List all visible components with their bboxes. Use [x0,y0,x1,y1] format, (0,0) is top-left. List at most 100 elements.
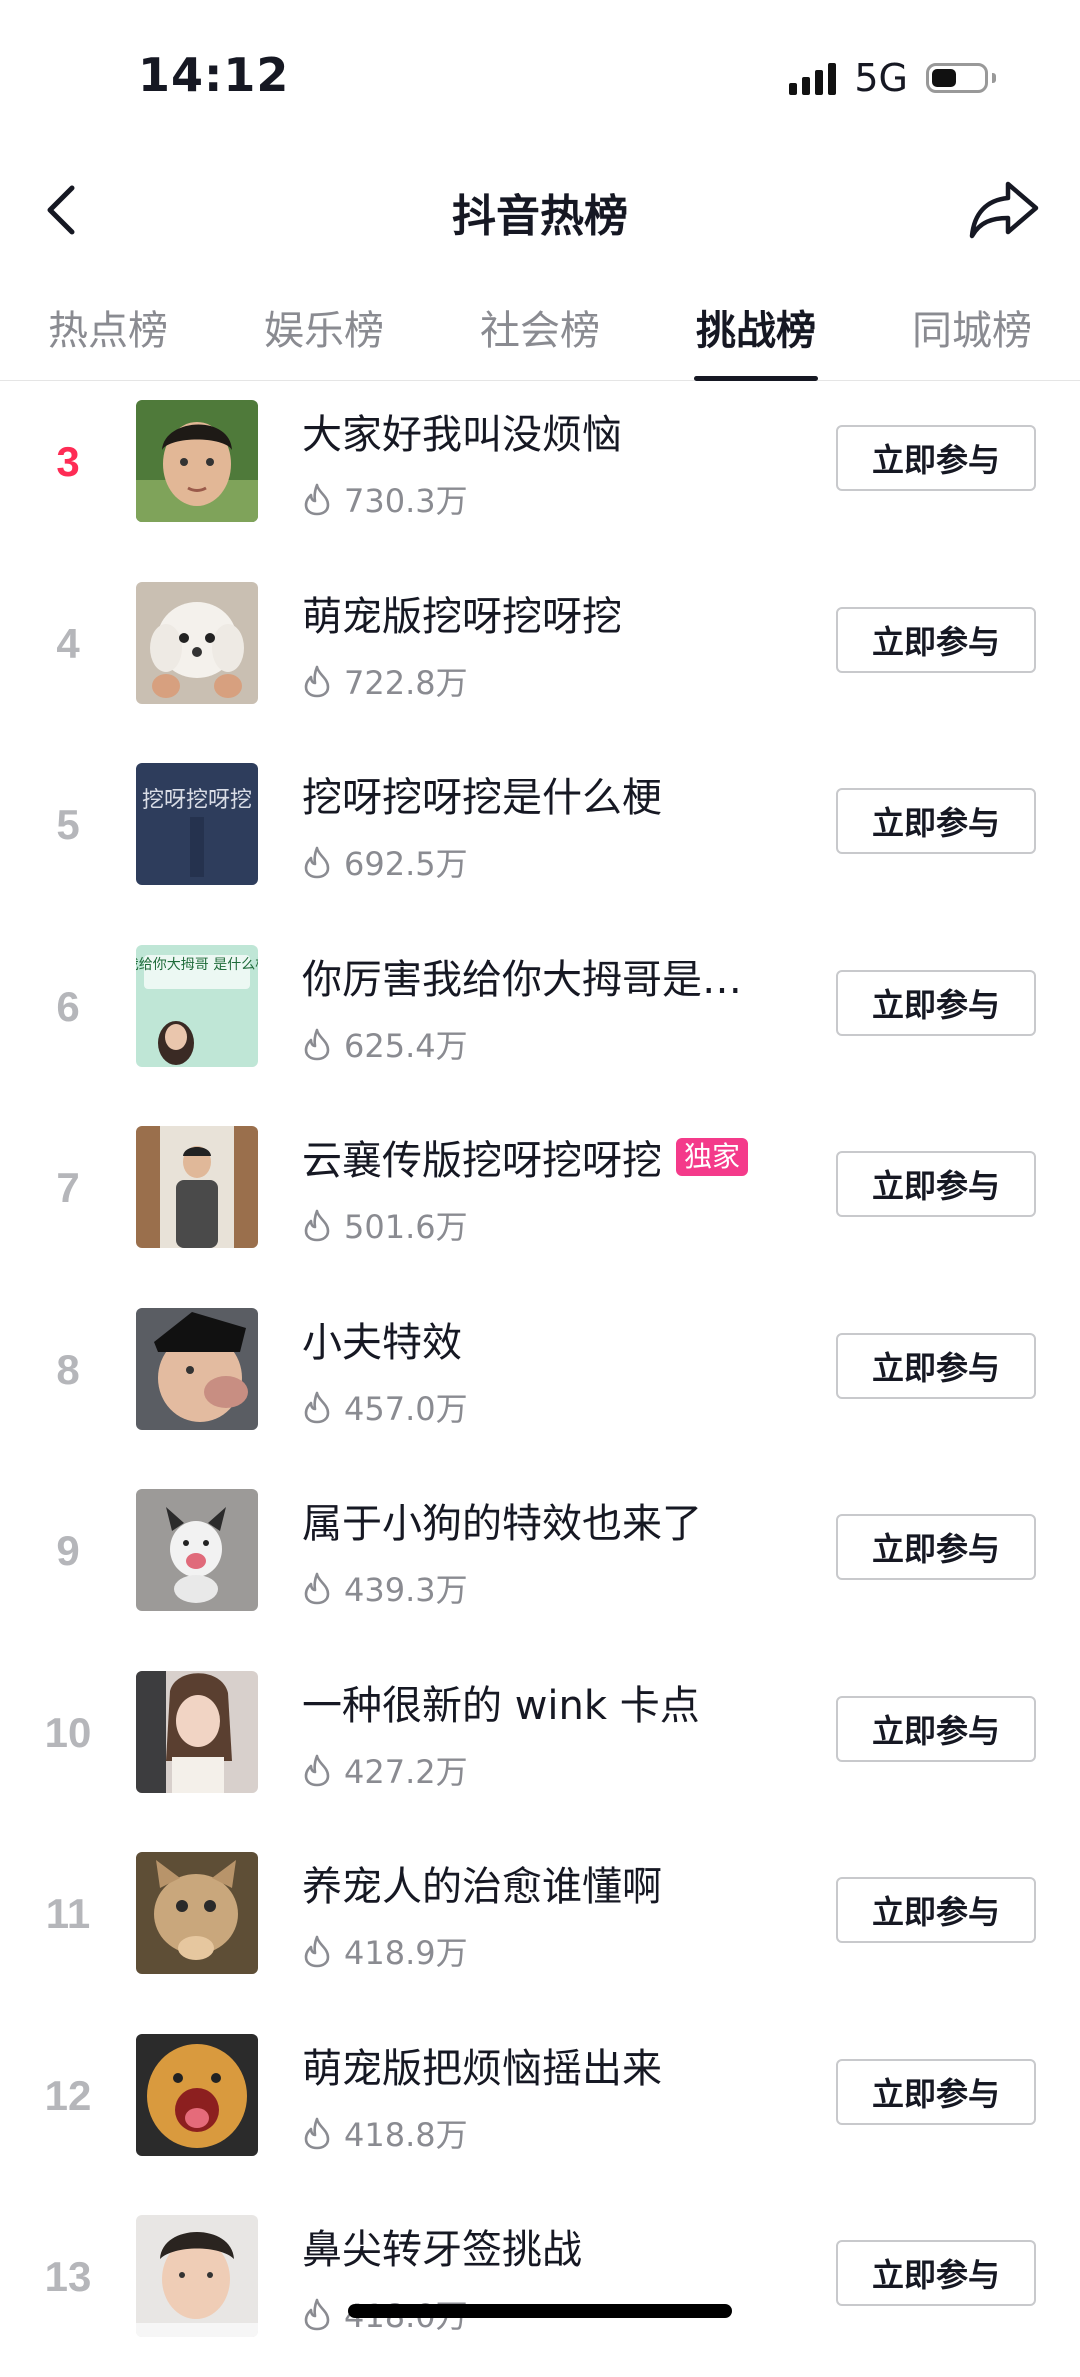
list-item[interactable]: 10 一种很新的 wink 卡点 427.2万 立即参与 [0,1651,1080,1833]
heat-value: 722.8万 [302,658,468,704]
thumbnail-image[interactable] [136,2033,258,2156]
join-button[interactable]: 立即参与 [836,1514,1036,1580]
heat-text: 692.5万 [344,845,468,883]
tab-society[interactable]: 社会榜 [432,280,648,380]
challenge-title: 一种很新的 wink 卡点 [302,1673,772,1731]
heat-text: 439.3万 [344,1571,468,1609]
heat-value: 501.6万 [302,1202,468,1248]
challenge-title: 挖呀挖呀挖是什么梗 [302,765,772,823]
nav-header: 抖音热榜 [0,160,1080,260]
flame-icon [304,2117,330,2149]
page-title: 抖音热榜 [452,191,628,242]
share-button[interactable] [968,178,1040,242]
join-button[interactable]: 立即参与 [836,1877,1036,1943]
tab-challenge[interactable]: 挑战榜 [648,280,864,380]
challenge-title-text: 萌宠版把烦恼摇出来 [302,2045,662,2092]
challenge-title-text: 萌宠版挖呀挖呀挖 [302,593,622,640]
challenge-title-text: 养宠人的治愈谁懂啊 [302,1864,662,1910]
challenge-title-text: 大家好我叫没烦恼 [302,412,622,458]
tab-hotspot[interactable]: 热点榜 [0,280,216,380]
heat-value: 427.2万 [302,1747,468,1793]
list-item[interactable]: 9 属于小狗的特效也来了 439.3万 立即参与 [0,1469,1080,1651]
status-time: 14:12 [138,48,290,102]
join-button[interactable]: 立即参与 [836,969,1036,1036]
share-icon [969,181,1039,239]
challenge-title: 小夫特效 [302,1310,772,1368]
heat-value: 418.9万 [302,1928,468,1974]
challenge-title-text: 一种很新的 wink 卡点 [302,1682,700,1729]
tab-local[interactable]: 同城榜 [864,280,1080,380]
tab-bar: 热点榜 娱乐榜 社会榜 挑战榜 同城榜 [0,280,1080,381]
heat-value: 692.5万 [302,839,468,885]
join-button[interactable]: 立即参与 [836,1332,1036,1399]
heat-text: 418.9万 [344,1934,468,1972]
battery-cap [992,73,996,83]
thumbnail-image[interactable]: 我给你大拇哥 是什么梗 [136,944,258,1067]
flame-icon [304,1028,330,1060]
home-indicator[interactable] [348,2304,732,2318]
heat-text: 418.8万 [344,2115,468,2154]
rank-number: 8 [56,1345,80,1393]
thumbnail-caption: 挖呀挖呀挖 [142,788,252,813]
list-item[interactable]: 7 云襄传版挖呀挖呀挖 独家 501.6万 立即参与 [0,1106,1080,1288]
tab-entertainment[interactable]: 娱乐榜 [216,280,432,380]
thumbnail-image[interactable] [136,1307,258,1430]
heat-text: 625.4万 [344,1026,468,1065]
list-item[interactable]: 5 挖呀挖呀挖 挖呀挖呀挖是什么梗 692.5万 立即参与 [0,743,1080,925]
challenge-title: 萌宠版挖呀挖呀挖 [302,584,772,642]
challenge-title: 你厉害我给你大拇哥是… [302,947,772,1005]
join-button[interactable]: 立即参与 [836,425,1036,491]
heat-text: 457.0万 [344,1389,468,1428]
thumbnail-image[interactable] [136,1852,258,1974]
list-item[interactable]: 12 萌宠版把烦恼摇出来 418.8万 立即参与 [0,2014,1080,2196]
join-button[interactable]: 立即参与 [836,1151,1036,1217]
thumbnail-image[interactable] [136,581,258,704]
challenge-title-text: 挖呀挖呀挖是什么梗 [302,775,662,821]
thumbnail-image[interactable] [136,400,258,522]
battery-icon [926,63,988,93]
join-button[interactable]: 立即参与 [836,1695,1036,1762]
heat-value: 730.3万 [302,476,468,522]
heat-value: 418.8万 [302,2110,468,2156]
thumbnail-image[interactable] [136,1670,258,1793]
join-button[interactable]: 立即参与 [836,606,1036,673]
rank-number: 7 [56,1164,80,1211]
list-item[interactable]: 4 萌宠版挖呀挖呀挖 722.8万 立即参与 [0,562,1080,744]
thumbnail-image[interactable] [136,1489,258,1611]
flame-icon [304,1754,330,1786]
list-item[interactable]: 3 大家好我叫没烦恼 730.3万 立即参与 [0,380,1080,562]
challenge-title-text: 鼻尖转牙签挑战 [302,2227,582,2273]
challenge-title-text: 云襄传版挖呀挖呀挖 [302,1138,662,1184]
join-button[interactable]: 立即参与 [836,2240,1036,2306]
heat-text: 427.2万 [344,1752,468,1791]
join-button[interactable]: 立即参与 [836,2058,1036,2125]
flame-icon [304,846,330,879]
heat-text: 501.6万 [344,1208,468,1246]
challenge-list: 3 大家好我叫没烦恼 730.3万 立即参与 4 萌宠版挖呀挖呀挖 722.8万… [0,380,1080,2377]
exclusive-badge: 独家 [676,1138,749,1176]
flame-icon [304,2298,330,2331]
thumbnail-caption: 我给你大拇哥 是什么梗 [136,957,258,973]
challenge-title-text: 你厉害我给你大拇哥是… [302,956,742,1003]
list-item[interactable]: 6 我给你大拇哥 是什么梗 你厉害我给你大拇哥是… 625.4万 立即参与 [0,925,1080,1107]
heat-text: 730.3万 [344,482,468,520]
rank-number: 12 [44,2071,92,2119]
flame-icon [304,1391,330,1423]
network-label: 5G [854,56,908,100]
heat-text: 722.8万 [344,663,468,702]
list-item[interactable]: 8 小夫特效 457.0万 立即参与 [0,1288,1080,1470]
thumbnail-image[interactable] [136,1126,258,1248]
list-item[interactable]: 13 鼻尖转牙签挑战 418.0万 立即参与 [0,2195,1080,2377]
challenge-title: 鼻尖转牙签挑战 [302,2217,772,2275]
flame-icon [304,665,330,697]
join-button[interactable]: 立即参与 [836,788,1036,854]
list-item[interactable]: 11 养宠人的治愈谁懂啊 418.9万 立即参与 [0,1832,1080,2014]
thumbnail-image[interactable]: 挖呀挖呀挖 [136,763,258,885]
rank-number: 10 [44,1708,92,1756]
rank-number: 9 [56,1527,80,1574]
thumbnail-image[interactable] [136,2215,258,2337]
challenge-title: 属于小狗的特效也来了 [302,1491,772,1549]
rank-number: 3 [56,438,80,485]
status-indicators: 5G [789,56,996,100]
status-bar: 14:12 5G [0,0,1080,150]
